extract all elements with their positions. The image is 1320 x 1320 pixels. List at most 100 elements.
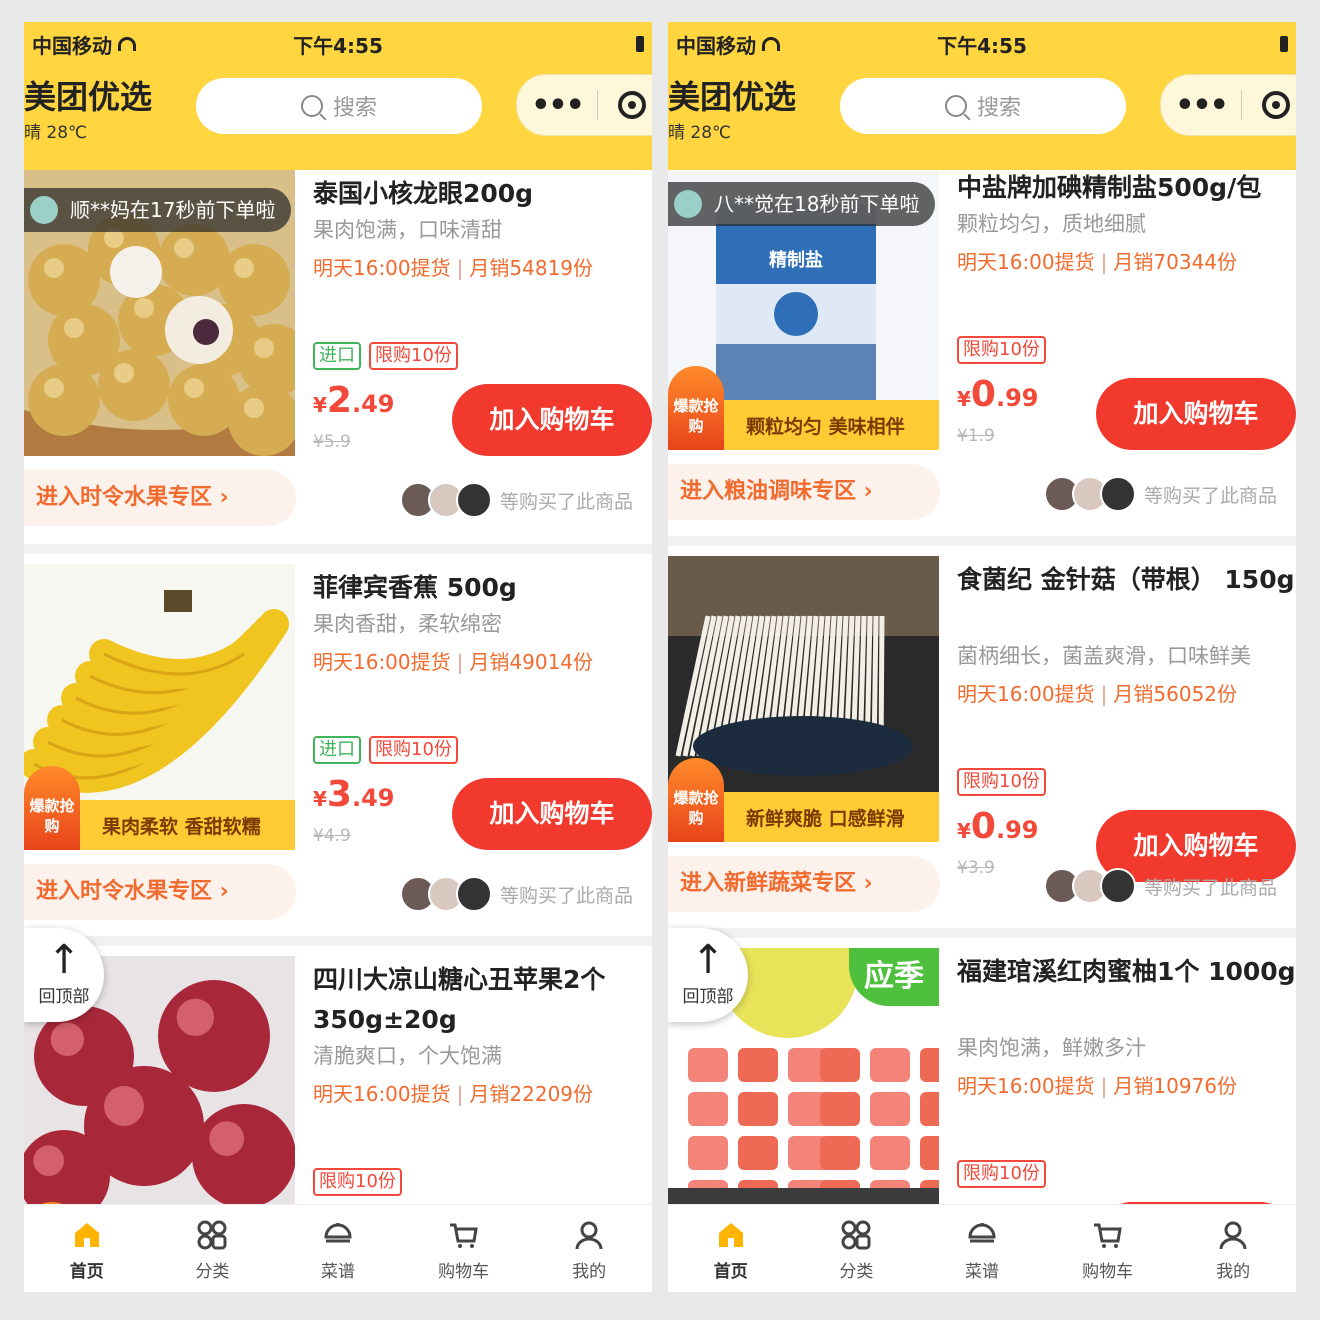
tab-recipe[interactable]: 菜谱 xyxy=(919,1205,1045,1292)
product-card[interactable]: 爆款抢购 果肉柔软 香甜软糯 菲律宾香蕉 500g 果肉香甜，柔软绵密 明天16:00提… xyxy=(24,564,652,936)
cart-icon xyxy=(1045,1217,1171,1253)
ticker-text: 顺**妈在17秒前下单啦 xyxy=(70,198,276,222)
tab-label: 我的 xyxy=(1216,1262,1251,1282)
tab-label: 菜谱 xyxy=(964,1262,999,1282)
tab-category[interactable]: 分类 xyxy=(794,1205,920,1292)
pickup-time: 明天16:00提货 xyxy=(313,1082,451,1106)
product-image[interactable]: 爆款抢购 新鲜爽脆 口感鲜滑 xyxy=(668,556,939,842)
more-dots-icon[interactable]: ••• xyxy=(517,88,597,123)
target-icon[interactable] xyxy=(1262,91,1290,119)
hot-slogan: 颗粒均匀 美味相伴 xyxy=(746,416,905,438)
zone-link[interactable]: 进入时令水果专区 › xyxy=(24,470,296,526)
product-image[interactable]: 顺**妈在17秒前下单啦 xyxy=(24,170,295,456)
product-card[interactable]: 顺**妈在17秒前下单啦 泰国小核龙眼200g 果肉饱满，口味清甜 明天16:00提货… xyxy=(24,170,652,542)
home-icon xyxy=(668,1217,794,1253)
limit-tag: 限购10份 xyxy=(957,768,1046,796)
price-integer: 2 xyxy=(326,380,352,421)
order-ticker: 八**觉在18秒前下单啦 xyxy=(668,182,936,226)
price-decimal: .49 xyxy=(351,390,395,418)
search-input[interactable]: 搜索 xyxy=(840,78,1126,134)
tab-recipe[interactable]: 菜谱 xyxy=(275,1205,401,1292)
tab-home[interactable]: 首页 xyxy=(24,1205,150,1292)
zone-link[interactable]: 进入新鲜蔬菜专区 › xyxy=(668,856,940,912)
hot-badge: 爆款抢购 xyxy=(668,366,724,450)
hot-ribbon: 爆款抢购 新鲜爽脆 口感鲜滑 xyxy=(668,758,939,842)
product-title[interactable]: 中盐牌加碘精制盐500g/包 xyxy=(957,170,1296,208)
ticker-text: 八**觉在18秒前下单啦 xyxy=(714,192,920,216)
more-dots-icon[interactable]: ••• xyxy=(1161,88,1241,123)
carrier-label: 中国移动 xyxy=(676,33,756,58)
card-divider xyxy=(668,928,1296,938)
card-divider xyxy=(668,536,1296,546)
home-icon xyxy=(24,1217,150,1253)
product-desc: 果肉饱满，鲜嫩多汁 xyxy=(957,1036,1146,1060)
product-tags: 进口 限购10份 xyxy=(313,342,458,370)
zone-link[interactable]: 进入时令水果专区 › xyxy=(24,864,296,920)
tab-label: 我的 xyxy=(572,1262,607,1282)
hot-ribbon: 爆款抢购 颗粒均匀 美味相伴 xyxy=(668,366,939,450)
product-feed[interactable]: 精制盐 八**觉在18秒前下单啦爆款抢购 颗粒均匀 美味相伴 中盐牌加碘精制盐500g… xyxy=(668,170,1296,1204)
capsule-divider xyxy=(597,90,598,120)
add-to-cart-button[interactable]: 加入购物车 xyxy=(1096,378,1296,450)
pickup-sales: 明天16:00提货 | 月销49014份 xyxy=(313,646,593,675)
meta-divider: | xyxy=(456,650,464,674)
currency-symbol: ¥ xyxy=(957,819,971,843)
tab-category[interactable]: 分类 xyxy=(150,1205,276,1292)
pickup-time: 明天16:00提货 xyxy=(957,250,1095,274)
price-integer: 0 xyxy=(970,374,996,415)
arrow-up-icon: ↑ xyxy=(47,937,81,983)
currency-symbol: ¥ xyxy=(313,393,327,417)
tab-cart[interactable]: 购物车 xyxy=(1045,1205,1171,1292)
order-ticker: 顺**妈在17秒前下单啦 xyxy=(24,188,292,232)
pickup-time: 明天16:00提货 xyxy=(957,682,1095,706)
product-title[interactable]: 福建琯溪红肉蜜柚1个 1000g xyxy=(957,952,1296,992)
weather-label: 晴 28℃ xyxy=(668,123,732,143)
capsule-divider xyxy=(1241,90,1242,120)
brand-title: 美团优选 xyxy=(24,78,153,116)
product-title[interactable]: 泰国小核龙眼200g xyxy=(313,174,652,214)
monthly-sales: 月销10976份 xyxy=(1113,1074,1238,1098)
product-feed[interactable]: 顺**妈在17秒前下单啦 泰国小核龙眼200g 果肉饱满，口味清甜 明天16:00提货… xyxy=(24,170,652,1204)
product-title[interactable]: 四川大凉山糖心丑苹果2个 350g±20g xyxy=(313,960,652,1040)
miniprogram-capsule: ••• xyxy=(1160,74,1296,136)
tab-profile[interactable]: 我的 xyxy=(1170,1205,1296,1292)
pickup-sales: 明天16:00提货 | 月销54819份 xyxy=(313,252,593,281)
search-input[interactable]: 搜索 xyxy=(196,78,482,134)
product-image[interactable]: 爆款抢购 果肉柔软 香甜软糯 xyxy=(24,564,295,850)
product-card[interactable]: 应季 福建琯溪红肉蜜柚1个 1000g 果肉饱满，鲜嫩多汁 明天16:00提货 | 月销1… xyxy=(668,948,1296,1204)
product-tags: 限购10份 xyxy=(957,1160,1046,1188)
limit-tag: 限购10份 xyxy=(957,336,1046,364)
tab-cart[interactable]: 购物车 xyxy=(401,1205,527,1292)
back-top-label: 回顶部 xyxy=(38,987,90,1007)
card-divider xyxy=(24,544,652,554)
recent-buyers: 等购买了此商品 xyxy=(400,482,633,518)
original-price: ¥5.9 xyxy=(313,432,351,452)
tab-profile[interactable]: 我的 xyxy=(526,1205,652,1292)
category-icon xyxy=(150,1217,276,1253)
category-icon xyxy=(794,1217,920,1253)
profile-icon xyxy=(1170,1217,1296,1253)
product-title[interactable]: 食菌纪 金针菇（带根） 150g xyxy=(957,560,1296,600)
arrow-up-icon: ↑ xyxy=(691,937,725,983)
product-title[interactable]: 菲律宾香蕉 500g xyxy=(313,568,652,608)
tab-home[interactable]: 首页 xyxy=(668,1205,794,1292)
product-desc: 清脆爽口，个大饱满 xyxy=(313,1044,502,1068)
product-image[interactable]: 精制盐 八**觉在18秒前下单啦爆款抢购 颗粒均匀 美味相伴 xyxy=(668,170,939,450)
zone-link[interactable]: 进入粮油调味专区 › xyxy=(668,464,940,520)
original-price: ¥1.9 xyxy=(957,426,995,446)
meta-divider: | xyxy=(1100,1074,1108,1098)
tab-label: 分类 xyxy=(839,1262,874,1282)
product-card[interactable]: 爆款四川大凉山糖心丑苹果2个 350g±20g清脆爽口，个大饱满明天16:00提… xyxy=(24,956,652,1204)
product-card[interactable]: 精制盐 八**觉在18秒前下单啦爆款抢购 颗粒均匀 美味相伴 中盐牌加碘精制盐500g… xyxy=(668,170,1296,536)
price-integer: 0 xyxy=(970,806,996,847)
monthly-sales: 月销49014份 xyxy=(469,650,594,674)
target-icon[interactable] xyxy=(618,91,646,119)
pickup-sales: 明天16:00提货 | 月销10976份 xyxy=(957,1070,1237,1099)
add-to-cart-button[interactable]: 加入购物车 xyxy=(452,778,652,850)
product-card[interactable]: 爆款抢购 新鲜爽脆 口感鲜滑 食菌纪 金针菇（带根） 150g 菌柄细长，菌盖爽滑，口… xyxy=(668,556,1296,928)
add-to-cart-button[interactable]: 加入购物车 xyxy=(452,384,652,456)
app-header: 美团优选 晴 28℃ 搜索 ••• xyxy=(668,66,1296,170)
svg-text:精制盐: 精制盐 xyxy=(769,249,823,271)
carrier-label: 中国移动 xyxy=(32,33,112,58)
pickup-time: 明天16:00提货 xyxy=(957,1074,1095,1098)
